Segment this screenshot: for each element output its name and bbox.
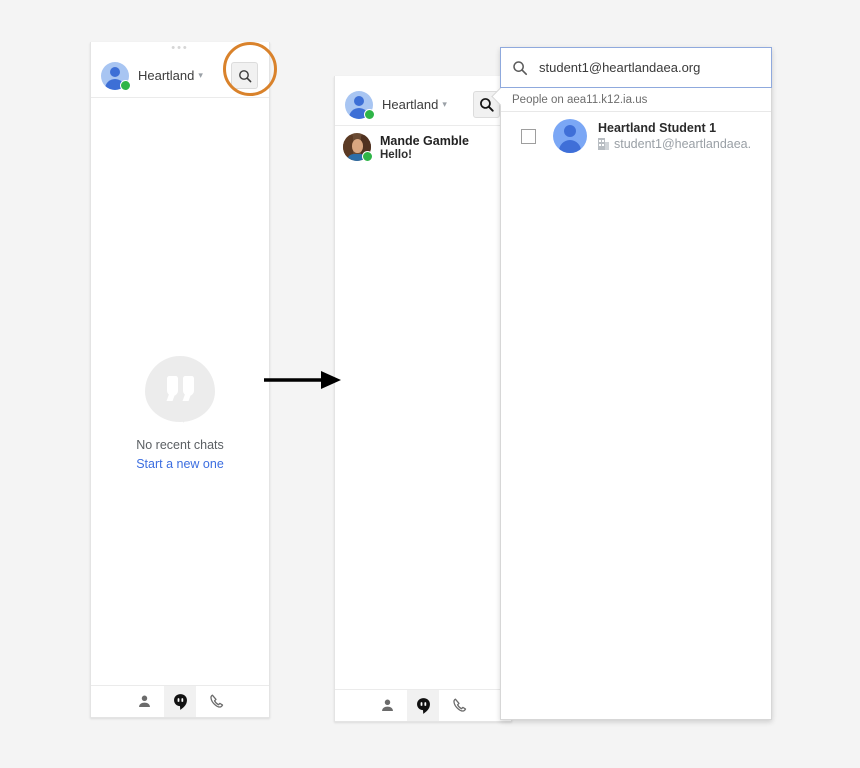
search-input[interactable]: student1@heartlandaea.org	[500, 47, 772, 88]
result-checkbox[interactable]	[521, 128, 536, 144]
contact-name: Mande Gamble	[380, 133, 469, 148]
online-status-dot-icon	[364, 108, 375, 120]
result-text: Heartland Student 1 student1@heartlandae…	[598, 121, 751, 151]
conversations-tab[interactable]	[407, 690, 439, 721]
calls-tab[interactable]	[443, 690, 475, 721]
result-email: student1@heartlandaea.	[614, 137, 752, 151]
empty-state-title: No recent chats	[136, 438, 224, 452]
account-switcher[interactable]: Heartland ▾	[335, 90, 473, 120]
results-section-header: People on aea11.k12.ia.us	[501, 89, 771, 112]
result-subtitle: student1@heartlandaea.	[598, 137, 751, 151]
contacts-person-icon	[381, 699, 393, 711]
message-snippet: Hello!	[380, 148, 412, 161]
hangouts-empty-panel: ••• Heartland ▾ No recent chats Start a …	[90, 42, 270, 718]
hangouts-quote-bubble-icon	[145, 356, 215, 423]
phone-handset-icon	[209, 694, 223, 708]
start-new-chat-link[interactable]: Start a new one	[136, 457, 224, 471]
person-avatar-icon	[553, 119, 587, 153]
contact-photo-icon	[343, 133, 373, 162]
list-item-text: Mande Gamble Hello!	[380, 134, 469, 161]
online-status-dot-icon	[120, 79, 131, 91]
person-avatar-icon	[345, 90, 375, 120]
account-switcher[interactable]: Heartland ▾	[91, 61, 231, 91]
search-button-highlight	[223, 42, 277, 96]
panel-one-body: No recent chats Start a new one	[91, 98, 269, 684]
search-result-row[interactable]: Heartland Student 1 student1@heartlandae…	[501, 112, 771, 160]
empty-state: No recent chats Start a new one	[136, 356, 224, 471]
contacts-tab[interactable]	[371, 690, 403, 721]
hangouts-list-panel: Heartland ▾ Mande Gamble Hello!	[334, 76, 512, 722]
search-icon	[480, 98, 494, 112]
phone-handset-icon	[452, 698, 466, 712]
search-icon	[513, 60, 528, 75]
panel-two-bottom-bar	[335, 689, 511, 721]
hangouts-bubble-icon	[416, 697, 430, 714]
account-name: Heartland	[138, 68, 195, 83]
chevron-down-icon[interactable]: ▾	[198, 70, 203, 81]
account-name: Heartland	[382, 97, 439, 112]
person-avatar-icon	[101, 61, 131, 91]
list-item[interactable]: Mande Gamble Hello!	[335, 126, 511, 168]
organization-building-icon	[598, 138, 609, 150]
people-search-dropdown: student1@heartlandaea.org People on aea1…	[491, 47, 772, 720]
contacts-person-icon	[138, 695, 150, 707]
result-name: Heartland Student 1	[598, 121, 717, 135]
chevron-down-icon[interactable]: ▾	[442, 99, 447, 110]
hangouts-bubble-icon	[173, 693, 187, 710]
panel-one-bottom-bar	[91, 685, 269, 717]
flow-arrow	[264, 371, 341, 389]
online-status-dot-icon	[362, 151, 373, 162]
search-input-value: student1@heartlandaea.org	[539, 60, 701, 75]
panel-two-header: Heartland ▾	[335, 84, 511, 126]
contacts-tab[interactable]	[128, 686, 160, 717]
conversations-tab[interactable]	[164, 686, 196, 717]
calls-tab[interactable]	[200, 686, 232, 717]
